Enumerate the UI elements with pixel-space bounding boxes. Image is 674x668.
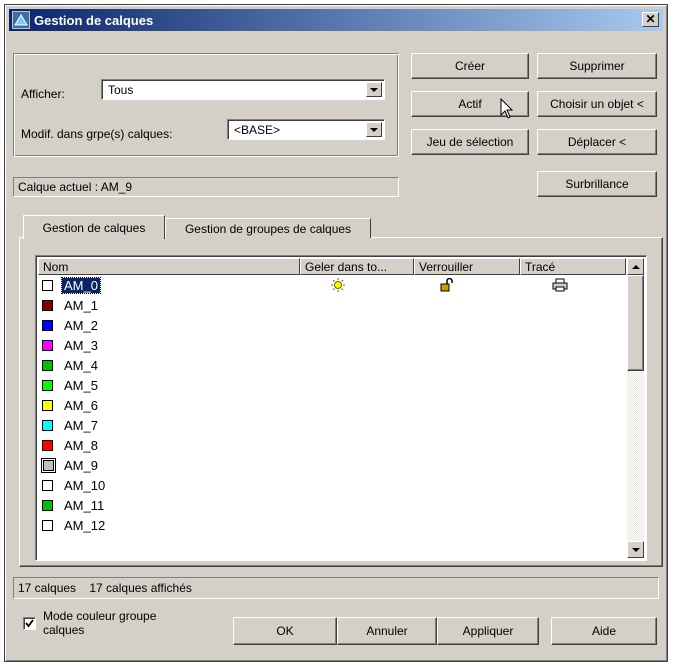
afficher-value: Tous <box>108 82 134 97</box>
deplacer-button[interactable]: Déplacer < <box>537 129 657 155</box>
layer-name: AM_10 <box>64 477 106 493</box>
surbrillance-button[interactable]: Surbrillance <box>537 171 657 197</box>
layer-row[interactable]: AM_12 <box>38 516 624 534</box>
appliquer-button[interactable]: Appliquer <box>437 617 539 645</box>
ok-button[interactable]: OK <box>233 617 337 645</box>
layer-row[interactable]: AM_6 <box>38 396 624 414</box>
layer-color-swatch[interactable] <box>42 379 53 391</box>
status-bar: 17 calques 17 calques affichés <box>13 577 659 599</box>
modif-value: <BASE> <box>234 122 281 137</box>
layer-row[interactable]: AM_2 <box>38 316 624 334</box>
layer-name: AM_2 <box>64 317 98 333</box>
jeu-selection-button[interactable]: Jeu de sélection <box>411 129 529 155</box>
modif-label: Modif. dans grpe(s) calques: <box>21 127 173 141</box>
close-icon: ✕ <box>645 12 656 26</box>
layer-color-swatch[interactable] <box>41 457 56 473</box>
layer-row[interactable]: AM_5 <box>38 376 624 394</box>
layer-row[interactable]: AM_10 <box>38 476 624 494</box>
layer-row[interactable]: AM_4 <box>38 356 624 374</box>
supprimer-button[interactable]: Supprimer <box>537 53 657 79</box>
layer-name: AM_0 <box>61 276 101 294</box>
tab-gestion-calques[interactable]: Gestion de calques <box>23 215 165 239</box>
current-layer-text: Calque actuel : AM_9 <box>18 180 133 194</box>
mode-couleur-checkbox[interactable] <box>23 617 36 630</box>
layer-name: AM_9 <box>64 457 98 473</box>
layer-color-swatch[interactable] <box>42 299 53 311</box>
layer-color-swatch[interactable] <box>42 419 53 431</box>
layer-row[interactable]: AM_3 <box>38 336 624 354</box>
layer-name: AM_6 <box>64 397 98 413</box>
chevron-down-icon <box>631 547 640 552</box>
layer-name: AM_3 <box>64 337 98 353</box>
layer-name: AM_12 <box>64 517 106 533</box>
afficher-select[interactable]: Tous <box>101 79 385 100</box>
afficher-label: Afficher: <box>21 87 65 101</box>
mouse-cursor-icon <box>500 98 514 119</box>
close-button[interactable]: ✕ <box>642 12 659 27</box>
printer-icon[interactable] <box>552 278 568 292</box>
creer-button[interactable]: Créer <box>411 53 529 79</box>
actif-label: Actif <box>458 97 482 111</box>
layer-color-swatch[interactable] <box>42 359 53 371</box>
layer-color-swatch[interactable] <box>42 319 53 331</box>
choisir-objet-button[interactable]: Choisir un objet < <box>537 91 657 117</box>
layer-name: AM_5 <box>64 377 98 393</box>
aide-button[interactable]: Aide <box>551 617 657 645</box>
chevron-down-icon <box>370 127 378 132</box>
layer-color-swatch[interactable] <box>42 479 53 491</box>
app-icon <box>12 11 30 29</box>
title-bar[interactable]: Gestion de calques ✕ <box>9 9 663 31</box>
modif-dropdown-arrow[interactable] <box>366 122 382 137</box>
tab-gestion-groupes[interactable]: Gestion de groupes de calques <box>165 218 371 238</box>
unlock-icon[interactable] <box>440 278 454 292</box>
scroll-up-button[interactable] <box>627 258 644 275</box>
layer-name: AM_1 <box>64 297 98 313</box>
layer-list-scrollbar[interactable] <box>627 258 644 558</box>
checkmark-icon <box>25 619 34 628</box>
layer-row[interactable]: AM_8 <box>38 436 624 454</box>
layer-name: AM_11 <box>64 497 105 513</box>
window-title: Gestion de calques <box>34 12 154 28</box>
chevron-up-icon <box>631 264 640 269</box>
current-layer-field: Calque actuel : AM_9 <box>13 177 399 197</box>
layer-list[interactable]: Nom Geler dans to... Verrouiller Tracé A… <box>35 255 647 561</box>
modif-select[interactable]: <BASE> <box>227 119 385 140</box>
chevron-down-icon <box>370 87 378 92</box>
layer-name: AM_4 <box>64 357 98 373</box>
mode-couleur-label: Mode couleur groupe calques <box>43 609 157 637</box>
actif-button[interactable]: Actif <box>411 91 529 119</box>
annuler-button[interactable]: Annuler <box>337 617 437 645</box>
layer-row[interactable]: AM_9 <box>38 456 624 474</box>
scroll-thumb[interactable] <box>627 275 644 371</box>
layer-row[interactable]: AM_1 <box>38 296 624 314</box>
layer-row[interactable]: AM_11 <box>38 496 624 514</box>
layer-name: AM_8 <box>64 437 98 453</box>
layer-color-swatch[interactable] <box>42 519 53 531</box>
layer-manager-dialog: Gestion de calques ✕ Afficher: Tous Modi… <box>4 4 668 662</box>
sun-icon[interactable] <box>331 278 345 292</box>
status-text: 17 calques 17 calques affichés <box>18 581 192 595</box>
filter-group <box>13 53 399 157</box>
layer-color-swatch[interactable] <box>42 499 53 511</box>
column-header-verrouiller[interactable]: Verrouiller <box>414 258 520 275</box>
layer-name: AM_7 <box>64 417 98 433</box>
layer-color-swatch[interactable] <box>42 439 53 451</box>
layer-color-swatch[interactable] <box>42 399 53 411</box>
layer-color-swatch[interactable] <box>42 339 53 351</box>
column-header-nom[interactable]: Nom <box>38 258 300 275</box>
column-header-trace[interactable]: Tracé <box>520 258 626 275</box>
layer-row[interactable]: AM_7 <box>38 416 624 434</box>
scroll-down-button[interactable] <box>627 541 644 558</box>
layer-color-swatch[interactable] <box>42 279 53 291</box>
column-header-geler[interactable]: Geler dans to... <box>300 258 414 275</box>
afficher-dropdown-arrow[interactable] <box>366 82 382 97</box>
